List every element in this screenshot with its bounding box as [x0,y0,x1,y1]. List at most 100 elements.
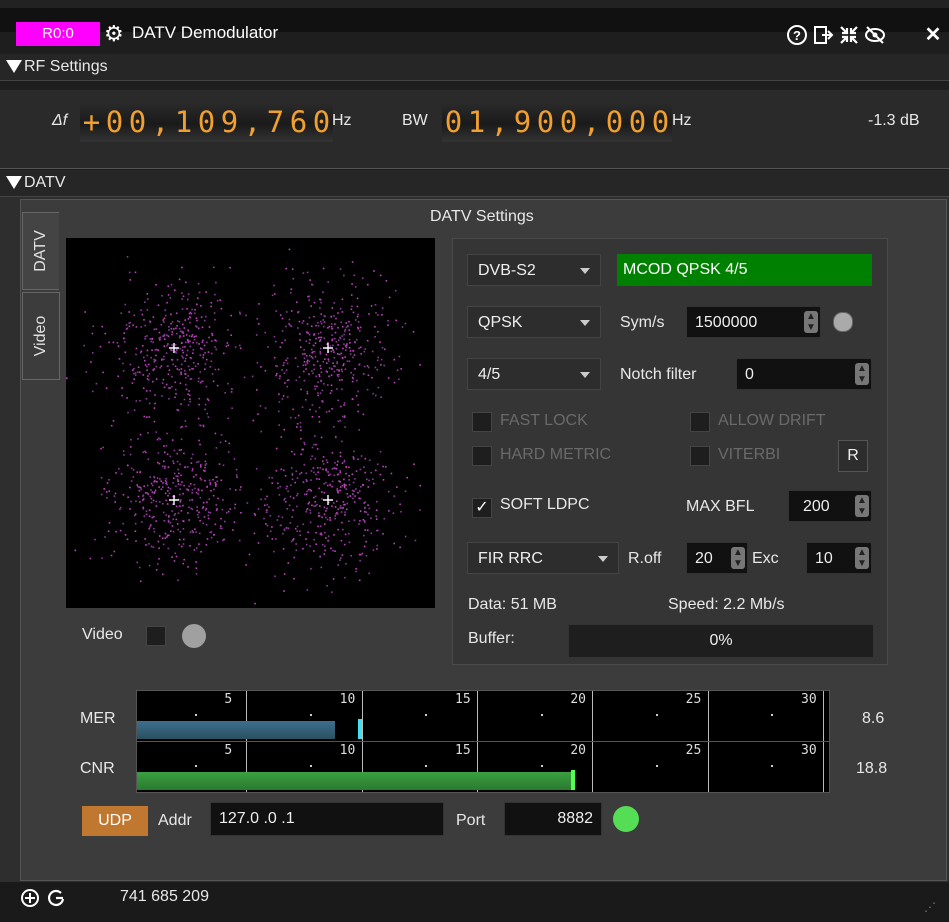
spin-arrows-icon[interactable]: ▲ ▼ [731,547,745,569]
standard-select[interactable]: DVB-S2 [467,254,601,286]
mer-label: MER [80,710,116,727]
meter-bar [137,772,571,790]
dial-digit[interactable]: 0 [603,102,626,142]
meter-minor-tick [771,765,774,767]
symrate-input[interactable]: 1500000 ▲ ▼ [686,306,821,338]
delta-frequency-dial[interactable]: +0 0, 1 0 9, 7 6 0 [80,102,333,142]
bandwidth-dial[interactable]: 01,900,000 [442,102,672,142]
meter-minor-tick [194,714,197,716]
close-icon[interactable]: ✕ [922,24,944,46]
meter-minor-tick [656,765,658,767]
spin-arrows-icon[interactable]: ▲ ▼ [855,547,869,569]
add-channel-icon[interactable] [20,888,40,908]
meter-tick-label: 25 [685,692,702,707]
viterbi-checkbox[interactable] [690,446,710,466]
dial-digit[interactable]: 0 [126,102,149,142]
dial-digit[interactable]: 0 [103,102,126,142]
meter-tick-label: 5 [224,743,233,758]
exc-label: Exc [752,550,779,567]
dial-digit[interactable]: 7 [264,102,287,142]
channel-index-badge[interactable]: R0:0 [16,22,100,46]
meter-peak-marker [358,719,363,739]
frequency-lock-icon[interactable] [46,888,66,908]
power-readout: -1.3 dB [868,112,920,129]
dial-digit[interactable]: 0 [310,102,333,142]
dial-digit[interactable]: 0 [195,102,218,142]
meter-tick-label: 10 [339,743,356,758]
resize-grip-icon[interactable]: ⋰ [924,900,940,916]
rf-settings-header[interactable]: RF Settings [0,54,949,81]
dial-digit[interactable]: 0 [649,102,672,142]
dial-digit[interactable]: 9 [511,102,534,142]
datv-settings-title: DATV Settings [430,208,534,225]
udp-address-input[interactable]: 127.0 .0 .1 [210,802,444,836]
rf-settings-label: RF Settings [24,58,108,75]
max-bfl-input[interactable]: 200 ▲ ▼ [788,490,872,522]
exc-input[interactable]: 10 ▲ ▼ [806,542,872,574]
move-to-icon[interactable] [812,24,834,46]
dial-digit[interactable]: 0 [626,102,649,142]
dial-digit[interactable]: + [80,102,103,142]
dial-digit[interactable]: 0 [534,102,557,142]
soft-ldpc-label: SOFT LDPC [500,496,590,513]
modcod-status: MCOD QPSK 4/5 [617,254,872,286]
video-label: Video [82,626,123,643]
spin-arrows-icon[interactable]: ▲ ▼ [804,311,818,333]
dial-digit[interactable]: 1 [172,102,195,142]
dial-digit[interactable]: 0 [557,102,580,142]
window-title: DATV Demodulator [132,23,279,42]
fast-lock-checkbox[interactable] [472,412,492,432]
symrate-reset-icon[interactable] [833,312,853,332]
reset-button[interactable]: R [838,440,868,472]
gear-icon[interactable]: ⚙ [104,23,126,46]
meter-tick-label: 5 [224,692,233,707]
allow-drift-checkbox[interactable] [690,412,710,432]
svg-text:?: ? [793,28,801,43]
filter-select[interactable]: FIR RRC [467,542,619,574]
soft-ldpc-checkbox[interactable]: ✓ [472,498,492,518]
port-label: Port [456,812,486,829]
symbol-marker-icon [169,343,179,353]
meter-tick [592,742,594,792]
meter-minor-tick [540,765,543,767]
addr-label: Addr [158,812,192,829]
tab-video[interactable]: Video [22,292,60,380]
udp-port-input[interactable]: 8882 [504,802,602,836]
hide-icon[interactable] [864,24,886,46]
video-checkbox[interactable] [146,626,166,646]
meter-peak-marker [570,770,575,790]
spin-arrows-icon[interactable]: ▲ ▼ [855,495,869,517]
dial-digit[interactable]: 6 [287,102,310,142]
hard-metric-checkbox[interactable] [472,446,492,466]
meter-minor-tick [656,714,658,716]
tab-datv[interactable]: DATV [22,212,59,290]
cnr-label: CNR [80,760,115,777]
dial-digit[interactable]: , [580,102,603,142]
dial-digit[interactable]: 9 [218,102,241,142]
fec-select[interactable]: 4/5 [467,358,601,390]
buffer-label: Buffer: [468,630,515,647]
meter-minor-tick [310,765,312,767]
datv-header[interactable]: DATV [0,170,949,197]
notch-label: Notch filter [620,366,697,383]
dial-digit[interactable]: , [488,102,511,142]
spin-arrows-icon[interactable]: ▲ ▼ [855,363,869,385]
roff-input[interactable]: 20 ▲ ▼ [686,542,748,574]
cnr-value: 18.8 [856,760,888,777]
shrink-icon[interactable] [838,24,860,46]
help-icon[interactable]: ? [786,24,808,46]
dial-digit[interactable]: , [241,102,264,142]
meter-tick [592,691,594,741]
udp-toggle-button[interactable]: UDP [82,806,148,836]
dial-digit[interactable]: , [149,102,172,142]
data-counter: Data: 51 MB [468,596,557,613]
mer-value: 8.6 [862,710,885,727]
dial-digit[interactable]: 1 [465,102,488,142]
allow-drift-label: ALLOW DRIFT [718,412,826,429]
modulation-select[interactable]: QPSK [467,306,601,338]
meter-tick-label: 15 [455,743,471,758]
dial-digit[interactable]: 0 [442,102,465,142]
notch-input[interactable]: 0 ▲ ▼ [736,358,872,390]
meter-minor-tick [425,714,428,716]
collapse-triangle-icon [6,60,22,73]
